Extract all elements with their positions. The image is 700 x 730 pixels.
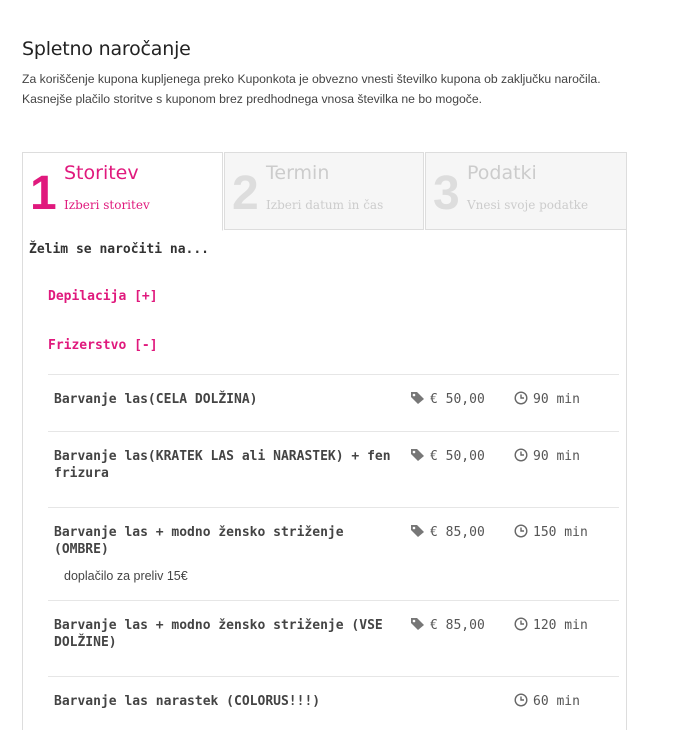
price-tag-icon bbox=[410, 391, 425, 409]
tab-storitev[interactable]: 1 Storitev Izberi storitev bbox=[23, 152, 223, 231]
tab-termin[interactable]: 2 Termin Izberi datum in čas bbox=[224, 152, 424, 230]
service-duration: 90 min bbox=[514, 448, 580, 466]
coupon-notice: Za koriščenje kupona kupljenega preko Ku… bbox=[22, 72, 601, 106]
clock-icon bbox=[514, 448, 528, 466]
price-value: € 50,00 bbox=[430, 392, 485, 407]
price-value: € 85,00 bbox=[430, 618, 485, 633]
service-duration: 90 min bbox=[514, 391, 580, 409]
clock-icon bbox=[514, 524, 528, 542]
service-duration: 60 min bbox=[514, 693, 580, 711]
service-name: Barvanje las + modno žensko striženje (O… bbox=[54, 525, 344, 557]
service-note: doplačilo za preliv 15€ bbox=[64, 569, 188, 583]
tab-title: Podatki bbox=[467, 162, 537, 184]
duration-value: 60 min bbox=[533, 694, 580, 709]
service-duration: 150 min bbox=[514, 524, 588, 542]
price-tag-icon bbox=[410, 617, 425, 635]
service-row[interactable]: Barvanje las(KRATEK LAS ali NARASTEK) + … bbox=[48, 431, 619, 507]
step-number: 3 bbox=[433, 167, 460, 220]
service-row[interactable]: Barvanje las + modno žensko striženje (O… bbox=[48, 507, 619, 600]
category-depilacija-toggle[interactable]: Depilacija [+] bbox=[48, 289, 158, 304]
service-row[interactable]: Barvanje las narastek (COLORUS!!!) 60 mi… bbox=[48, 676, 619, 730]
step-tabs: 1 Storitev Izberi storitev 2 Termin Izbe… bbox=[23, 152, 626, 231]
section-heading: Želim se naročiti na... bbox=[29, 242, 210, 257]
step-number: 1 bbox=[30, 167, 57, 220]
duration-value: 90 min bbox=[533, 392, 580, 407]
tab-title: Termin bbox=[266, 162, 330, 184]
tab-subtitle: Izberi storitev bbox=[64, 198, 150, 212]
service-row[interactable]: Barvanje las(CELA DOLŽINA) € 50,00 90 mi… bbox=[48, 374, 619, 431]
service-name: Barvanje las(KRATEK LAS ali NARASTEK) + … bbox=[54, 449, 391, 481]
booking-panel: 1 Storitev Izberi storitev 2 Termin Izbe… bbox=[22, 152, 627, 730]
service-duration: 120 min bbox=[514, 617, 588, 635]
service-name: Barvanje las(CELA DOLŽINA) bbox=[54, 392, 258, 407]
service-name: Barvanje las narastek (COLORUS!!!) bbox=[54, 694, 321, 709]
service-price: € 50,00 bbox=[410, 448, 485, 466]
service-price: € 50,00 bbox=[410, 391, 485, 409]
clock-icon bbox=[514, 617, 528, 635]
service-name: Barvanje las + modno žensko striženje (V… bbox=[54, 618, 383, 650]
service-list: Barvanje las(CELA DOLŽINA) € 50,00 90 mi… bbox=[48, 374, 619, 730]
tab-subtitle: Vnesi svoje podatke bbox=[467, 198, 589, 212]
service-price: € 85,00 bbox=[410, 617, 485, 635]
duration-value: 150 min bbox=[533, 525, 588, 540]
category-frizerstvo-toggle[interactable]: Frizerstvo [-] bbox=[48, 338, 158, 353]
duration-value: 120 min bbox=[533, 618, 588, 633]
price-tag-icon bbox=[410, 524, 425, 542]
tab-title: Storitev bbox=[64, 162, 139, 184]
clock-icon bbox=[514, 693, 528, 711]
tab-podatki[interactable]: 3 Podatki Vnesi svoje podatke bbox=[425, 152, 626, 230]
step-number: 2 bbox=[232, 167, 259, 220]
service-price: € 85,00 bbox=[410, 524, 485, 542]
price-value: € 85,00 bbox=[430, 525, 485, 540]
duration-value: 90 min bbox=[533, 449, 580, 464]
clock-icon bbox=[514, 391, 528, 409]
page-title: Spletno naročanje bbox=[22, 38, 191, 60]
service-row[interactable]: Barvanje las + modno žensko striženje (V… bbox=[48, 600, 619, 676]
price-tag-icon bbox=[410, 448, 425, 466]
price-value: € 50,00 bbox=[430, 449, 485, 464]
tab-subtitle: Izberi datum in čas bbox=[266, 198, 384, 212]
